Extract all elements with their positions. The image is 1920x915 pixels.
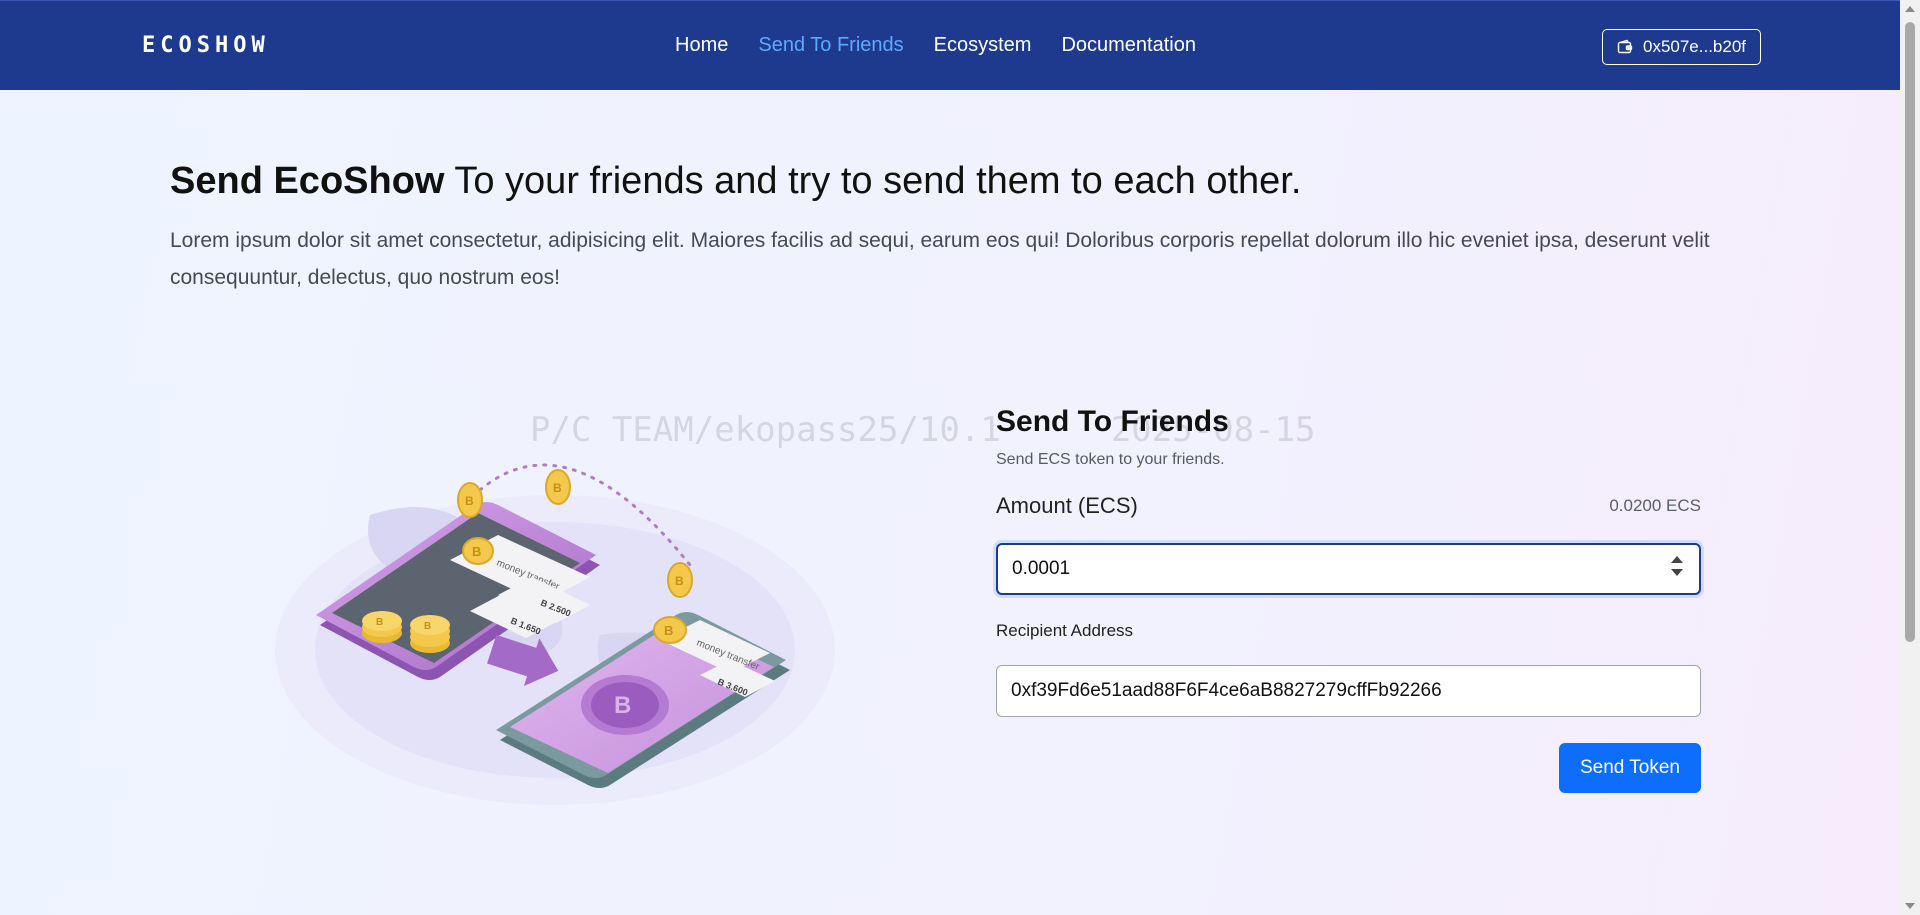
flying-coin-icon: B (457, 482, 483, 518)
watermark-text: P/C TEAM/ekopass25/10.1 (530, 410, 1001, 450)
flying-coin-icon: B (667, 562, 693, 598)
svg-text:B: B (465, 494, 474, 508)
scroll-thumb[interactable] (1905, 22, 1915, 642)
amount-input-wrapper (996, 543, 1701, 595)
wallet-address: 0x507e...b20f (1642, 37, 1747, 56)
stepper-up-icon[interactable] (1671, 556, 1683, 563)
hero-title-rest: To your friends and try to send them to … (444, 160, 1302, 202)
recipient-label: Recipient Address (996, 621, 1134, 640)
form-title: Send To Friends (996, 405, 1229, 438)
amount-label-row: Amount (ECS) 0.0200 ECS (996, 493, 1701, 519)
nav-link-ecosystem[interactable]: Ecosystem (934, 34, 1032, 57)
wallet-icon (1617, 39, 1633, 54)
money-transfer-illustration: money transfer B 2.500 B 1.650 B B B B m… (275, 463, 835, 805)
form-subtitle: Send ECS token to your friends. (996, 451, 1225, 468)
send-token-button[interactable]: Send Token (1559, 743, 1701, 793)
svg-text:B: B (424, 621, 431, 632)
amount-stepper[interactable] (1671, 556, 1683, 576)
svg-text:B: B (664, 623, 673, 638)
svg-text:B: B (553, 481, 562, 495)
nav-link-home[interactable]: Home (675, 34, 728, 57)
svg-text:B: B (614, 692, 631, 719)
brand-logo[interactable]: ECOSHOW (142, 33, 270, 58)
hero-title-bold: Send EcoShow (170, 160, 445, 202)
nav-links: Home Send To Friends Ecosystem Documenta… (675, 34, 1196, 57)
send-form: Send To Friends Send ECS token to your f… (996, 405, 1701, 793)
svg-text:B: B (675, 574, 684, 588)
page-scrollbar[interactable] (1900, 0, 1920, 915)
flying-coin-icon: B (545, 469, 571, 505)
navbar: ECOSHOW Home Send To Friends Ecosystem D… (0, 0, 1900, 90)
recipient-address-input[interactable] (996, 665, 1701, 717)
wallet-button[interactable]: 0x507e...b20f (1602, 29, 1761, 65)
svg-text:B: B (376, 617, 383, 628)
scroll-down-arrow-icon[interactable] (1905, 903, 1915, 909)
scroll-up-arrow-icon[interactable] (1905, 6, 1915, 12)
amount-label: Amount (ECS) (996, 493, 1138, 518)
nav-link-documentation[interactable]: Documentation (1061, 34, 1196, 57)
amount-input[interactable] (996, 543, 1701, 595)
hero-title: Send EcoShow To your friends and try to … (170, 160, 1301, 203)
nav-link-send-to-friends[interactable]: Send To Friends (758, 34, 903, 57)
hero-description: Lorem ipsum dolor sit amet consectetur, … (170, 229, 1710, 289)
balance-display: 0.0200 ECS (1609, 496, 1701, 515)
stepper-down-icon[interactable] (1671, 569, 1683, 576)
svg-text:B: B (472, 544, 481, 559)
